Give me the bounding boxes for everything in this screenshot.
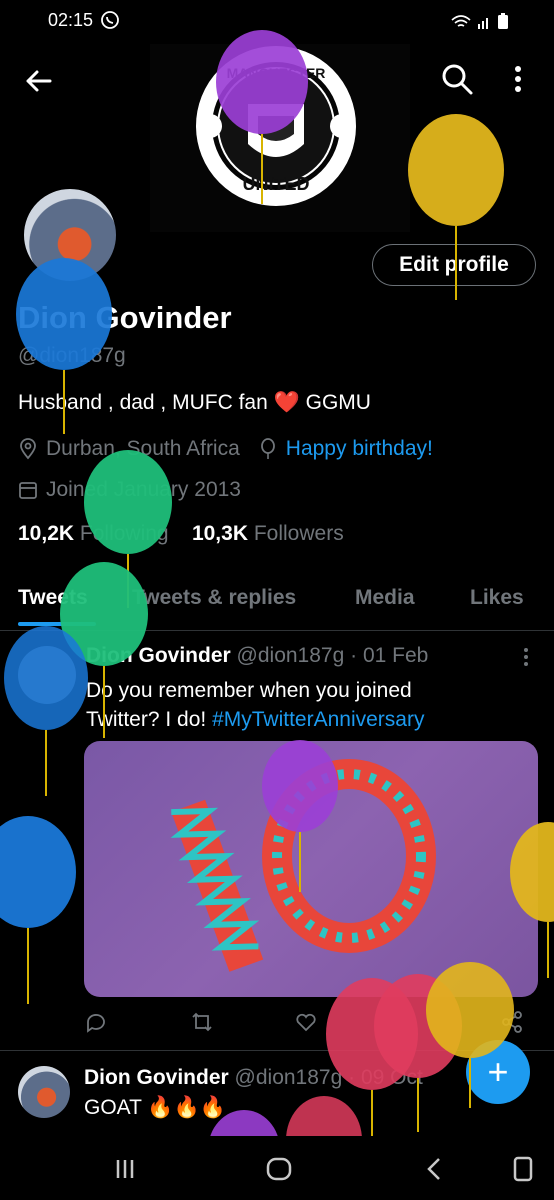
signal-icon [478, 24, 480, 29]
recent-apps-icon[interactable] [110, 1154, 140, 1184]
manchester-united-crest: MANCHESTER UNITED [196, 46, 356, 206]
tab-tweets-replies[interactable]: Tweets & replies [132, 586, 296, 610]
tweet-avatar[interactable] [18, 1066, 70, 1118]
svg-text:UNITED: UNITED [243, 174, 310, 194]
search-icon[interactable] [440, 62, 474, 96]
followers-link[interactable]: 10,3K Followers [192, 522, 344, 545]
joined-date: Joined January 2013 [46, 478, 241, 501]
avatar[interactable] [20, 185, 120, 285]
tweet-header: Dion Govinder @dion187g · 09 Oct [84, 1066, 423, 1090]
bio-text: Husband , dad , MUFC fan [18, 391, 268, 414]
back-nav-icon[interactable] [420, 1154, 450, 1184]
divider [0, 1050, 554, 1051]
hashtag-link[interactable]: #MyTwitterAnniversary [212, 708, 424, 731]
birthday-link[interactable]: Happy birthday! [286, 437, 433, 461]
more-vertical-icon[interactable] [508, 62, 528, 96]
profile-bio: Husband , dad , MUFC fan ❤️ GGMU [18, 391, 371, 415]
profile-meta: Durban, South Africa Happy birthday! [18, 437, 433, 461]
balloon-blue-low [0, 816, 76, 1004]
balloon-red-1 [326, 978, 418, 1138]
balloon-icon [260, 438, 275, 459]
like-icon[interactable] [294, 1010, 318, 1034]
bio-emoji: ❤️ [273, 391, 300, 414]
tweet-header: Dion Govinder @dion187g · 01 Feb [86, 644, 428, 668]
tweet-actions [84, 1010, 538, 1038]
tweet-media-image[interactable] [84, 741, 538, 997]
tweet-handle: @dion187g [234, 1066, 343, 1089]
keyboard-toggle-icon[interactable] [508, 1154, 538, 1184]
location-icon [20, 438, 36, 460]
compose-tweet-button[interactable]: + [466, 1040, 530, 1104]
calendar-icon [19, 482, 37, 499]
wifi-icon [451, 15, 471, 27]
tweet-author[interactable]: Dion Govinder [84, 1066, 229, 1089]
follow-stats: 10,2K Following 10,3K Followers [18, 522, 344, 546]
bio-suffix: GGMU [299, 391, 371, 414]
tweet-more-icon[interactable] [518, 646, 534, 668]
profile-location: Durban, South Africa [46, 437, 240, 460]
reply-icon[interactable] [84, 1010, 108, 1034]
profile-name: Dion Govinder [18, 300, 232, 335]
tweet-text: GOAT 🔥🔥🔥 [84, 1096, 226, 1119]
svg-text:MANCHESTER: MANCHESTER [227, 65, 326, 81]
tab-media[interactable]: Media [355, 586, 415, 610]
tweet-date: · 09 Oct [348, 1066, 423, 1089]
system-icons [451, 13, 508, 29]
whatsapp-icon [101, 11, 119, 29]
tweet-text: Do you remember when you joined Twitter?… [86, 679, 425, 731]
tweet-date: · 01 Feb [350, 644, 429, 667]
edit-profile-button[interactable]: Edit profile [372, 244, 536, 286]
arrow-left-icon[interactable] [22, 64, 56, 98]
share-icon[interactable] [500, 1010, 524, 1034]
retweet-icon[interactable] [190, 1010, 214, 1034]
battery-icon [498, 15, 508, 29]
tab-likes[interactable]: Likes [470, 586, 524, 610]
following-link[interactable]: 10,2K Following [18, 522, 169, 545]
profile-handle: @dion187g [18, 344, 126, 367]
active-tab-indicator [18, 622, 96, 626]
home-icon[interactable] [264, 1154, 294, 1184]
system-nav-bar [0, 1136, 554, 1200]
tweet-handle: @dion187g [236, 644, 345, 667]
status-bar: 02:15 [0, 0, 554, 44]
tab-tweets[interactable]: Tweets [18, 586, 88, 610]
profile-joined: Joined January 2013 [18, 478, 241, 502]
profile-tabs: Tweets Tweets & replies Media Likes [0, 578, 554, 631]
anniversary-10-image [170, 759, 436, 972]
balloon-red-2 [374, 974, 462, 1132]
status-time: 02:15 [48, 10, 94, 30]
tweet-author[interactable]: Dion Govinder [86, 644, 231, 667]
tweet-avatar[interactable] [18, 646, 76, 704]
